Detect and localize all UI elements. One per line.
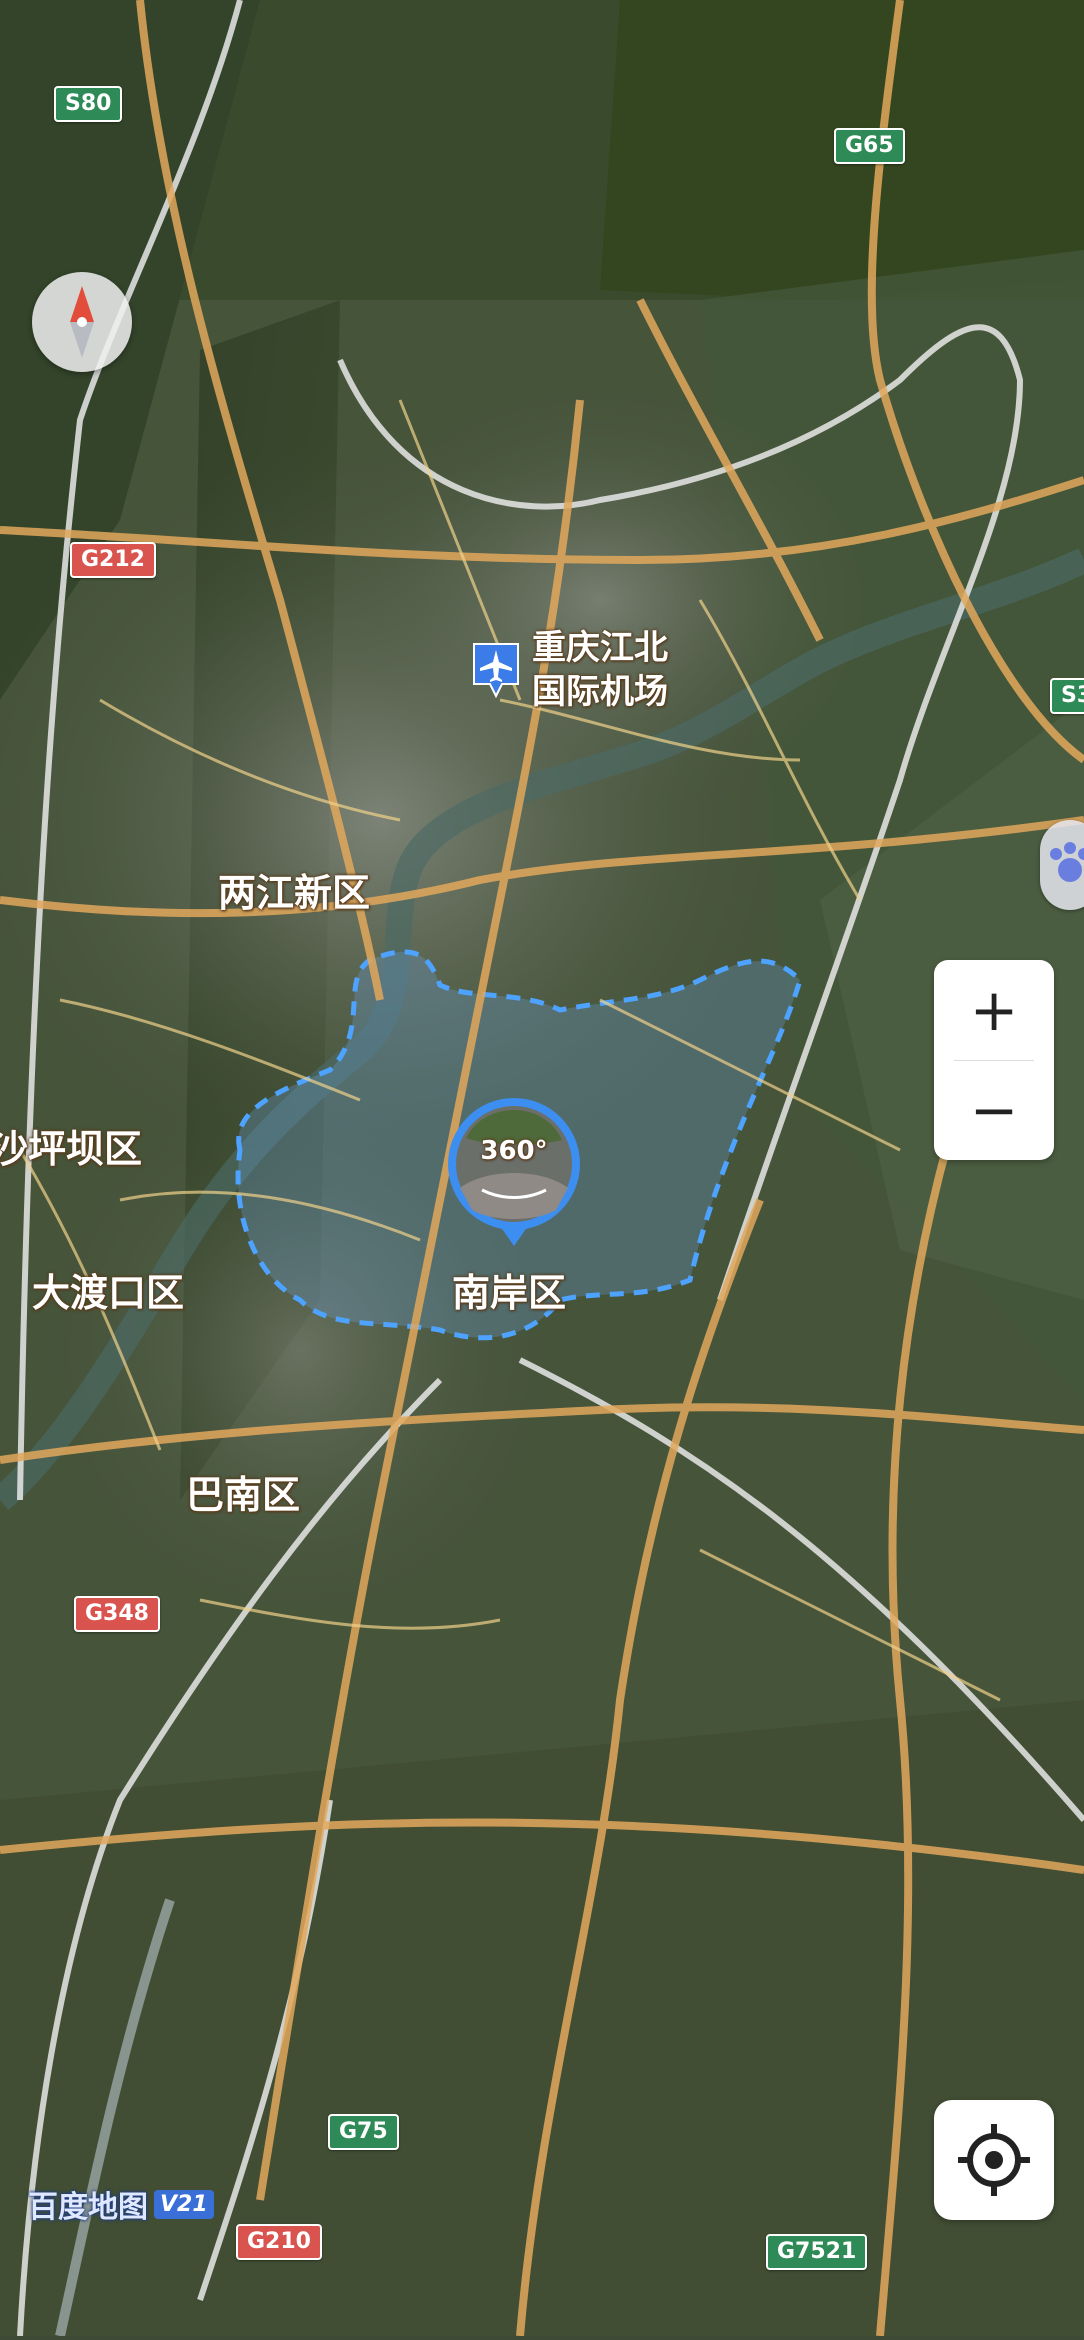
district-label-dadukou: 大渡口区	[32, 1271, 185, 1315]
satellite-map[interactable]: 两江新区 沙坪坝区 大渡口区 南岸区 巴南区 重庆江北 国际机场 360° S8…	[0, 0, 1084, 2338]
locate-button[interactable]	[934, 2100, 1054, 2220]
highway-shield-g7521: G7521	[766, 2234, 868, 2270]
district-label-banan: 巴南区	[186, 1473, 301, 1517]
airport-marker[interactable]	[470, 640, 522, 700]
panorama-360-icon	[448, 1098, 580, 1246]
locate-icon	[958, 2124, 1030, 2196]
paw-icon	[1050, 842, 1084, 882]
highway-shield-g212: G212	[70, 542, 156, 578]
compass-button[interactable]	[32, 272, 132, 372]
panorama-360-label: 360°	[480, 1136, 548, 1166]
map-attribution: 百度地图 V21	[28, 2182, 214, 2226]
zoom-control: + −	[934, 960, 1054, 1160]
attribution-version: V21	[154, 2189, 214, 2219]
highway-shield-g65: G65	[834, 128, 905, 164]
highway-shield-g210: G210	[236, 2224, 322, 2260]
zoom-in-button[interactable]: +	[934, 960, 1054, 1060]
district-label-nanan: 南岸区	[452, 1271, 567, 1315]
compass-icon	[70, 286, 94, 358]
panorama-360-marker[interactable]: 360°	[446, 1098, 582, 1258]
highway-shield-g75: G75	[328, 2114, 399, 2150]
highway-shield-s80: S80	[54, 86, 123, 122]
highway-shield-s3: S3	[1050, 678, 1084, 714]
airport-label-line1: 重庆江北	[532, 628, 668, 668]
airport-label-line2: 国际机场	[532, 672, 668, 712]
edge-poi-marker[interactable]	[1040, 820, 1084, 910]
district-label-liangjiang: 两江新区	[218, 871, 371, 915]
attribution-brand: 百度地图	[28, 2190, 148, 2225]
airplane-icon	[473, 643, 519, 699]
zoom-out-button[interactable]: −	[934, 1060, 1054, 1160]
district-label-shapingba: 沙坪坝区	[0, 1127, 143, 1171]
highway-shield-g348: G348	[74, 1596, 160, 1632]
